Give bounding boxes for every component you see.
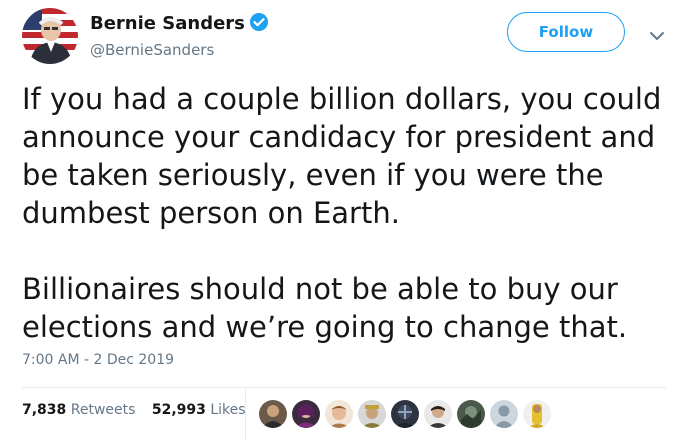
follow-button[interactable]: Follow	[507, 12, 625, 52]
user-name[interactable]: Bernie Sanders	[90, 13, 245, 34]
likes-count: 52,993	[151, 402, 206, 418]
divider	[22, 387, 666, 388]
tweet-timestamp[interactable]: 7:00 AM - 2 Dec 2019	[22, 352, 174, 368]
tweet-text: If you had a couple billion dollars, you…	[22, 80, 672, 346]
retweets-stat[interactable]: 7,838 Retweets	[22, 402, 135, 418]
liker-avatar[interactable]	[423, 399, 453, 429]
likes-stat[interactable]: 52,993 Likes	[152, 402, 246, 418]
liker-avatar[interactable]	[390, 399, 420, 429]
likes-label: Likes	[210, 402, 246, 418]
avatar[interactable]	[22, 8, 78, 64]
verified-badge-icon	[249, 12, 269, 37]
liker-avatar[interactable]	[456, 399, 486, 429]
tweet-stats: 7,838 Retweets 52,993 Likes	[22, 402, 258, 418]
chevron-down-icon[interactable]	[649, 28, 665, 42]
vertical-divider	[245, 389, 246, 441]
user-name-line[interactable]: Bernie Sanders	[90, 12, 269, 37]
retweets-label: Retweets	[70, 402, 136, 418]
liker-avatar[interactable]	[324, 399, 354, 429]
liker-avatar[interactable]	[522, 399, 552, 429]
liker-avatar[interactable]	[489, 399, 519, 429]
liker-avatar[interactable]	[291, 399, 321, 429]
tweet-paragraph: Billionaires should not be able to buy o…	[22, 272, 628, 344]
retweets-count: 7,838	[22, 402, 67, 418]
tweet-paragraph: If you had a couple billion dollars, you…	[22, 82, 662, 230]
liker-avatar[interactable]	[357, 399, 387, 429]
tweet-header: Bernie Sanders @BernieSanders Follow	[22, 8, 672, 64]
liker-avatar[interactable]	[258, 399, 288, 429]
user-handle[interactable]: @BernieSanders	[90, 41, 214, 59]
